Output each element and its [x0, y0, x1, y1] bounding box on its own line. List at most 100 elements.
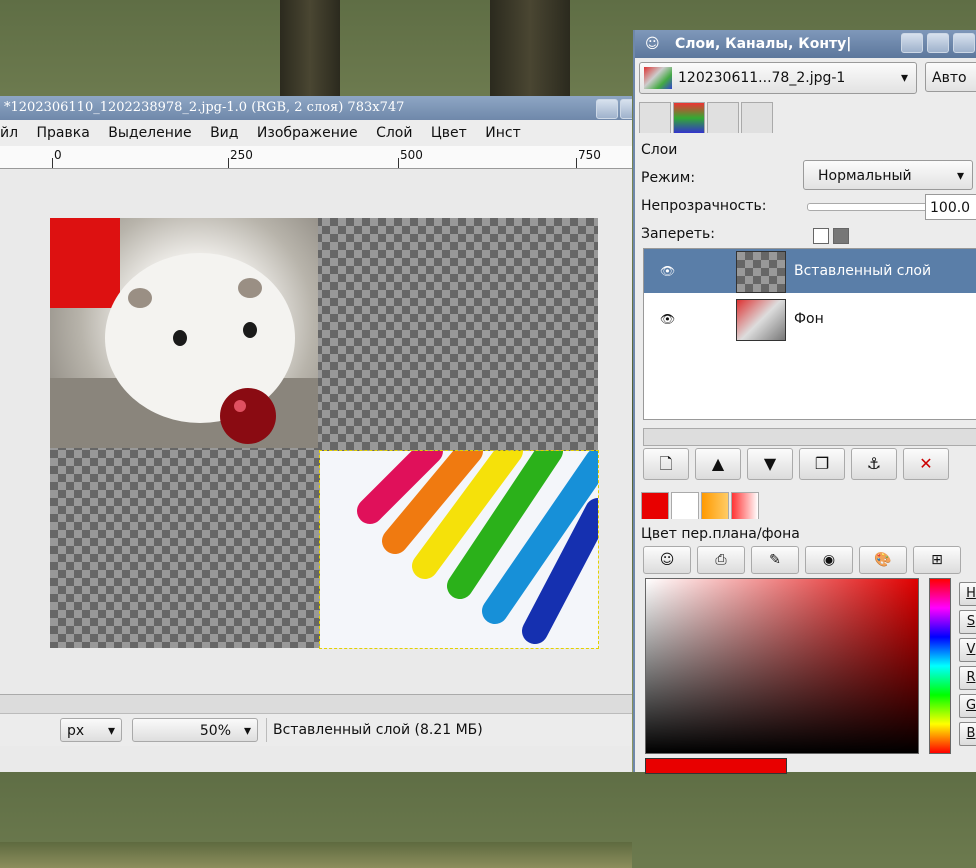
mode-value: Нормальный [818, 168, 912, 184]
status-text: Вставленный слой (8.21 МБ) [266, 718, 483, 742]
tab-channels[interactable] [673, 102, 705, 133]
lock-alpha-checkbox[interactable] [833, 228, 849, 244]
maximize-button[interactable] [620, 99, 632, 119]
layer-row-pasted[interactable]: 👁 Вставленный слой [644, 249, 976, 293]
menu-image[interactable]: Изображение [257, 125, 358, 141]
ruler-label: 750 [578, 148, 601, 162]
chevron-down-icon: ▾ [900, 70, 908, 86]
raise-layer-button[interactable]: ▲ [695, 448, 741, 480]
image-window: *1202306110_1202238978_2.jpg-1.0 (RGB, 2… [0, 96, 632, 868]
image-window-titlebar[interactable]: *1202306110_1202238978_2.jpg-1.0 (RGB, 2… [0, 96, 632, 120]
new-layer-button[interactable]: 🗋 [643, 448, 689, 480]
ruler-tick [228, 158, 229, 168]
channel-v-button[interactable]: V [959, 638, 976, 662]
mode-select[interactable]: Нормальный ▾ [803, 160, 973, 190]
gimp-icon: ☺ [645, 36, 660, 52]
menu-color[interactable]: Цвет [431, 125, 467, 141]
image-select-value: 120230611...78_2.jpg-1 [678, 70, 846, 86]
gimp-selector-button[interactable]: ☺ [643, 546, 691, 574]
channel-b-button[interactable]: B [959, 722, 976, 746]
maximize-button[interactable] [927, 33, 949, 53]
close-button[interactable] [953, 33, 975, 53]
channel-h-button[interactable]: H [959, 582, 976, 606]
tree-trunk [490, 0, 570, 100]
ruler-label: 0 [54, 148, 62, 162]
layer-name: Фон [794, 311, 824, 327]
color-picker-area[interactable] [645, 578, 919, 754]
tab-gradients[interactable] [731, 492, 759, 519]
ruler-label: 500 [400, 148, 423, 162]
channel-s-button[interactable]: S [959, 610, 976, 634]
layer-thumbnail [736, 299, 786, 341]
layers-dock: ☺ Слои, Каналы, Конту| 120230611...78_2.… [633, 30, 976, 774]
ruler-tick [398, 158, 399, 168]
ruler-tick [576, 158, 577, 168]
tab-brushes[interactable] [671, 492, 699, 519]
lower-layer-button[interactable]: ▼ [747, 448, 793, 480]
channel-r-button[interactable]: R [959, 666, 976, 690]
menu-layer[interactable]: Слой [376, 125, 412, 141]
color-selector-buttons: ☺ ⎙ ✎ ◉ 🎨 ⊞ [643, 546, 976, 574]
delete-layer-button[interactable]: ✕ [903, 448, 949, 480]
menu-edit[interactable]: Правка [37, 125, 90, 141]
anchor-layer-button[interactable]: ⚓ [851, 448, 897, 480]
channel-g-button[interactable]: G [959, 694, 976, 718]
brush-selector-button[interactable]: ✎ [751, 546, 799, 574]
layers-label: Слои [641, 142, 678, 158]
tab-paths[interactable] [707, 102, 739, 133]
image-select[interactable]: 120230611...78_2.jpg-1 ▾ [639, 62, 917, 94]
tab-undo[interactable] [741, 102, 773, 133]
eye-icon[interactable]: 👁 [660, 297, 675, 341]
menu-view[interactable]: Вид [210, 125, 238, 141]
menu-file[interactable]: йл [0, 125, 18, 141]
chevron-down-icon: ▾ [243, 723, 251, 739]
image-canvas[interactable] [0, 169, 632, 692]
tab-fg-bg[interactable] [641, 492, 669, 519]
ruler-label: 250 [230, 148, 253, 162]
desktop-strip [0, 842, 632, 868]
status-bar: px ▾ 50% ▾ Вставленный слой (8.21 МБ) [0, 713, 632, 746]
unit-select[interactable]: px ▾ [60, 718, 122, 742]
scales-selector-button[interactable]: ⊞ [913, 546, 961, 574]
eye-icon[interactable]: 👁 [660, 249, 675, 293]
hue-slider[interactable] [929, 578, 951, 754]
tab-layers[interactable] [639, 102, 671, 133]
horizontal-scrollbar[interactable] [0, 694, 632, 713]
markers-photo [319, 450, 599, 649]
layer-thumbnail [736, 251, 786, 293]
auto-button[interactable]: Авто [925, 62, 976, 92]
mode-label: Режим: [641, 170, 696, 186]
opacity-slider[interactable] [807, 203, 929, 211]
layer-list-scrollbar[interactable] [643, 428, 976, 446]
chevron-down-icon: ▾ [107, 723, 115, 739]
cmyk-selector-button[interactable]: ⎙ [697, 546, 745, 574]
opacity-input[interactable]: 100.0 [925, 194, 976, 220]
zoom-value: 50% [199, 723, 231, 739]
ruler-tick [52, 158, 53, 168]
lock-pixels-checkbox[interactable] [813, 228, 829, 244]
dock-title: Слои, Каналы, Конту| [675, 36, 852, 52]
minimize-button[interactable] [596, 99, 618, 119]
chevron-down-icon: ▾ [956, 168, 964, 184]
menu-bar: йл Правка Выделение Вид Изображение Слой… [0, 120, 632, 146]
minimize-button[interactable] [901, 33, 923, 53]
image-thumbnail [644, 67, 672, 89]
duplicate-layer-button[interactable]: ❐ [799, 448, 845, 480]
palette-selector-button[interactable]: 🎨 [859, 546, 907, 574]
image-window-title: *1202306110_1202238978_2.jpg-1.0 (RGB, 2… [4, 100, 405, 115]
opacity-label: Непрозрачность: [641, 198, 767, 214]
menu-tools[interactable]: Инст [485, 125, 520, 141]
layer-list[interactable]: 👁 Вставленный слой 👁 Фон [643, 248, 976, 420]
tab-patterns[interactable] [701, 492, 729, 519]
wheel-selector-button[interactable]: ◉ [805, 546, 853, 574]
tree-trunk [280, 0, 340, 100]
color-panel-title: Цвет пер.плана/фона [641, 526, 800, 542]
layer-row-background[interactable]: 👁 Фон [644, 297, 976, 341]
lock-label: Запереть: [641, 226, 715, 242]
unit-value: px [67, 723, 85, 739]
horizontal-ruler[interactable]: 0 250 500 750 [0, 146, 632, 169]
dock-titlebar[interactable]: ☺ Слои, Каналы, Конту| [635, 30, 976, 58]
zoom-select[interactable]: 50% ▾ [132, 718, 258, 742]
menu-select[interactable]: Выделение [108, 125, 191, 141]
hamster-photo [50, 218, 318, 448]
